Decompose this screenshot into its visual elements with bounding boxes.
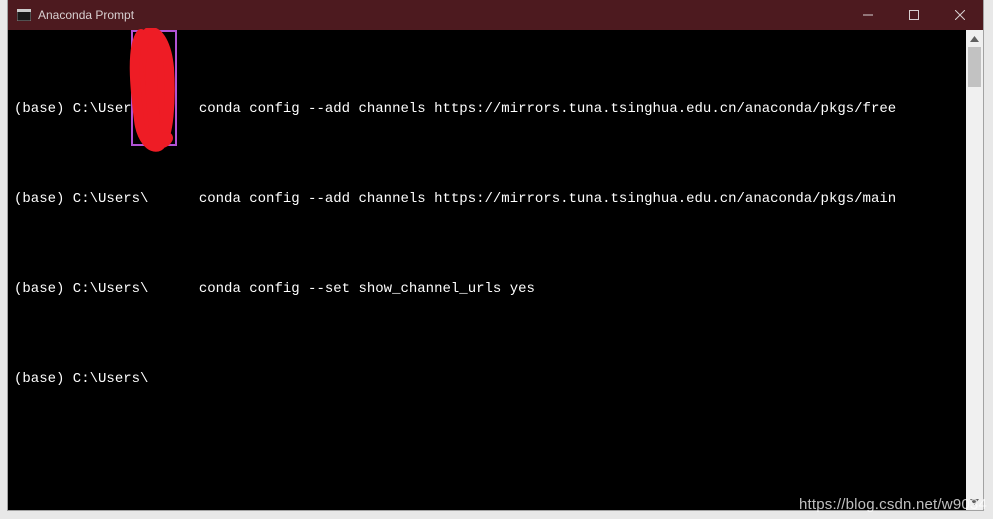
prompt: (base) C:\Users\ [14,371,148,387]
command: conda config --add channels https://mirr… [199,191,896,207]
vertical-scrollbar[interactable] [966,30,983,510]
prompt: (base) C:\Users\ [14,281,148,297]
terminal-line: (base) C:\Users\ [14,364,960,394]
close-button[interactable] [937,0,983,30]
scroll-thumb[interactable] [968,47,981,87]
terminal-window: Anaconda Prompt (base) C:\Users\ conda c… [8,0,983,510]
maximize-button[interactable] [891,0,937,30]
app-icon [16,7,32,23]
terminal-line: (base) C:\Users\ conda config --set show… [14,274,960,304]
window-title: Anaconda Prompt [38,8,134,22]
terminal-line: (base) C:\Users\ conda config --add chan… [14,94,960,124]
terminal-line: (base) C:\Users\ conda config --add chan… [14,184,960,214]
command: conda config --add channels https://mirr… [199,101,896,117]
terminal-output[interactable]: (base) C:\Users\ conda config --add chan… [8,30,966,510]
scroll-track[interactable] [966,47,983,493]
scroll-up-button[interactable] [966,30,983,47]
prompt: (base) C:\Users\ [14,101,148,117]
prompt: (base) C:\Users\ [14,191,148,207]
scroll-down-button[interactable] [966,493,983,510]
minimize-button[interactable] [845,0,891,30]
client-area: (base) C:\Users\ conda config --add chan… [8,30,983,510]
command: conda config --set show_channel_urls yes [199,281,535,297]
titlebar[interactable]: Anaconda Prompt [8,0,983,30]
